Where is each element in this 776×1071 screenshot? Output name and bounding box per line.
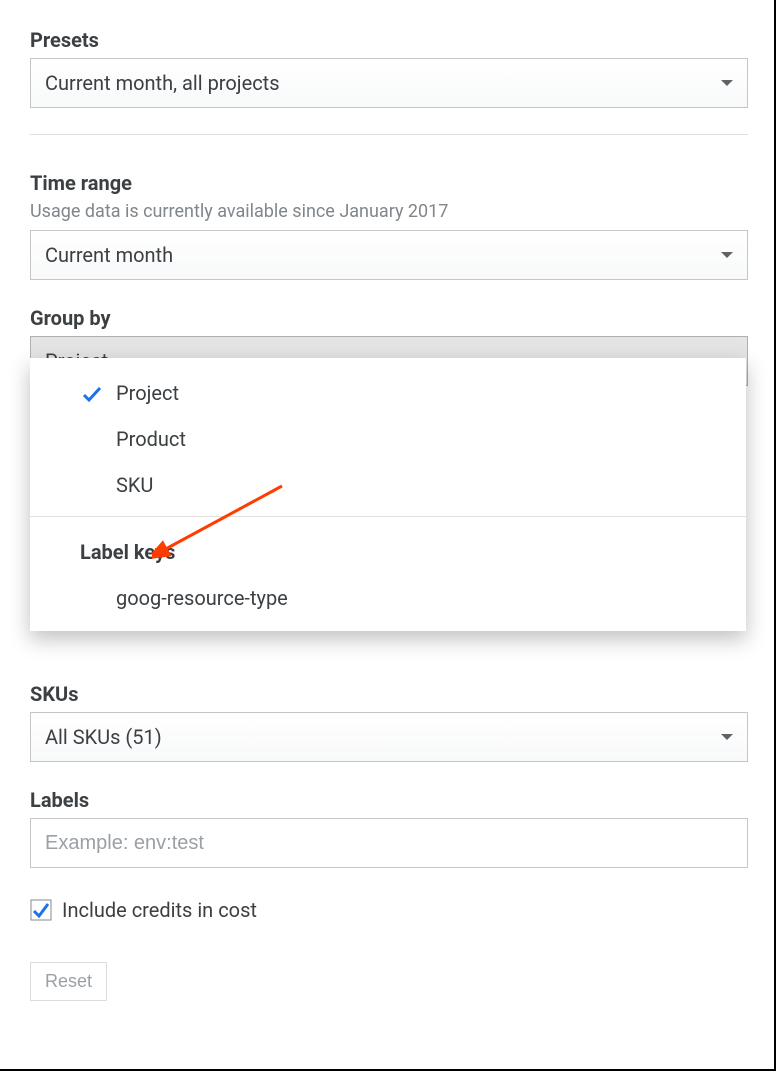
dropdown-divider: [30, 516, 746, 517]
time-range-value: Current month: [45, 243, 173, 267]
time-range-select[interactable]: Current month: [30, 230, 748, 280]
dropdown-item-project[interactable]: Project: [30, 370, 746, 416]
include-credits-label: Include credits in cost: [62, 898, 257, 922]
dropdown-item-product[interactable]: Product: [30, 416, 746, 462]
skus-value: All SKUs (51): [45, 725, 162, 749]
filter-panel: Presets Current month, all projects Time…: [0, 0, 776, 1071]
presets-block: Presets Current month, all projects: [30, 28, 748, 108]
labels-label: Labels: [30, 788, 748, 812]
time-range-block: Time range Usage data is currently avail…: [30, 171, 748, 280]
group-by-label: Group by: [30, 306, 748, 330]
caret-down-icon: [721, 734, 733, 740]
time-range-label: Time range: [30, 171, 748, 195]
presets-select[interactable]: Current month, all projects: [30, 58, 748, 108]
time-range-sub: Usage data is currently available since …: [30, 201, 748, 222]
skus-select[interactable]: All SKUs (51): [30, 712, 748, 762]
presets-value: Current month, all projects: [45, 71, 280, 95]
divider: [30, 134, 748, 135]
caret-down-icon: [721, 252, 733, 258]
reset-button[interactable]: Reset: [30, 962, 107, 1001]
dropdown-item-sku[interactable]: SKU: [30, 462, 746, 508]
group-by-block: Group by Project Project Product SKU Lab…: [30, 306, 748, 762]
presets-label: Presets: [30, 28, 748, 52]
dropdown-section-title: Label keys: [30, 529, 746, 575]
check-icon: [80, 382, 104, 406]
labels-input[interactable]: [30, 818, 748, 868]
caret-down-icon: [721, 80, 733, 86]
dropdown-item-label: goog-resource-type: [116, 586, 288, 610]
skus-label-text: SKUs: [30, 682, 79, 706]
dropdown-item-goog-resource-type[interactable]: goog-resource-type: [30, 575, 746, 621]
dropdown-item-label: Project: [116, 381, 179, 405]
group-by-dropdown: Project Product SKU Label keys goog-reso…: [30, 358, 746, 631]
checkbox-checked-icon: [30, 899, 52, 921]
dropdown-item-label: SKU: [116, 473, 153, 497]
labels-block: Labels: [30, 788, 748, 868]
dropdown-item-label: Product: [116, 427, 186, 451]
include-credits-checkbox[interactable]: Include credits in cost: [30, 898, 748, 922]
